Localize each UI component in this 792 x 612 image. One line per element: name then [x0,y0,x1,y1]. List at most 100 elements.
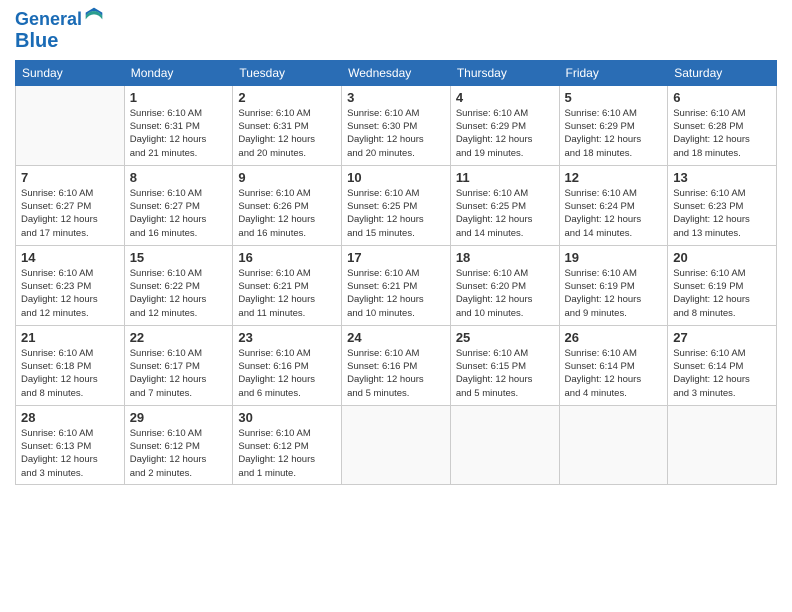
day-info: Sunrise: 6:10 AM Sunset: 6:12 PM Dayligh… [238,427,336,480]
day-info: Sunrise: 6:10 AM Sunset: 6:19 PM Dayligh… [565,267,663,320]
day-info: Sunrise: 6:10 AM Sunset: 6:31 PM Dayligh… [238,107,336,160]
logo-blue: Blue [15,30,58,52]
calendar-cell: 6 Sunrise: 6:10 AM Sunset: 6:28 PM Daylig… [668,85,777,165]
logo: General Blue [15,10,104,52]
calendar: SundayMondayTuesdayWednesdayThursdayFrid… [15,60,777,485]
day-info: Sunrise: 6:10 AM Sunset: 6:21 PM Dayligh… [238,267,336,320]
header: General Blue [15,10,777,52]
day-number: 23 [238,330,336,345]
calendar-cell: 9Sunrise: 6:10 AM Sunset: 6:26 PM Daylig… [233,165,342,245]
day-info: Sunrise: 6:10 AM Sunset: 6:17 PM Dayligh… [130,347,228,400]
calendar-header-tuesday: Tuesday [233,60,342,85]
calendar-cell: 23 Sunrise: 6:10 AM Sunset: 6:16 PM Dayli… [233,325,342,405]
day-number: 4 [456,90,554,105]
day-info: Sunrise: 6:10 AM Sunset: 6:31 PM Dayligh… [130,107,228,160]
calendar-cell: 2 Sunrise: 6:10 AM Sunset: 6:31 PM Daylig… [233,85,342,165]
page: General Blue SundayMondayTuesdayWednesda… [0,0,792,612]
day-number: 18 [456,250,554,265]
calendar-cell: 1 Sunrise: 6:10 AM Sunset: 6:31 PM Daylig… [124,85,233,165]
day-number: 15 [130,250,228,265]
calendar-cell: 28 Sunrise: 6:10 AM Sunset: 6:13 PM Dayli… [16,405,125,484]
day-number: 30 [238,410,336,425]
day-number: 9 [238,170,336,185]
calendar-cell: 13Sunrise: 6:10 AM Sunset: 6:23 PM Dayli… [668,165,777,245]
calendar-cell: 10 Sunrise: 6:10 AM Sunset: 6:25 PM Dayli… [342,165,451,245]
day-number: 5 [565,90,663,105]
day-number: 19 [565,250,663,265]
day-info: Sunrise: 6:10 AM Sunset: 6:29 PM Dayligh… [456,107,554,160]
calendar-cell: 5Sunrise: 6:10 AM Sunset: 6:29 PM Daylig… [559,85,668,165]
calendar-header-monday: Monday [124,60,233,85]
day-info: Sunrise: 6:10 AM Sunset: 6:22 PM Dayligh… [130,267,228,320]
day-info: Sunrise: 6:10 AM Sunset: 6:15 PM Dayligh… [456,347,554,400]
day-number: 11 [456,170,554,185]
day-info: Sunrise: 6:10 AM Sunset: 6:28 PM Dayligh… [673,107,771,160]
calendar-cell: 3 Sunrise: 6:10 AM Sunset: 6:30 PM Daylig… [342,85,451,165]
logo-general: General [15,10,82,30]
calendar-cell [559,405,668,484]
day-info: Sunrise: 6:10 AM Sunset: 6:16 PM Dayligh… [238,347,336,400]
calendar-cell: 16 Sunrise: 6:10 AM Sunset: 6:21 PM Dayli… [233,245,342,325]
day-info: Sunrise: 6:10 AM Sunset: 6:12 PM Dayligh… [130,427,228,480]
day-info: Sunrise: 6:10 AM Sunset: 6:16 PM Dayligh… [347,347,445,400]
day-number: 29 [130,410,228,425]
calendar-cell: 29 Sunrise: 6:10 AM Sunset: 6:12 PM Dayli… [124,405,233,484]
calendar-header-row: SundayMondayTuesdayWednesdayThursdayFrid… [16,60,777,85]
day-number: 16 [238,250,336,265]
calendar-week-5: 28 Sunrise: 6:10 AM Sunset: 6:13 PM Dayli… [16,405,777,484]
day-number: 25 [456,330,554,345]
calendar-week-4: 21Sunrise: 6:10 AM Sunset: 6:18 PM Dayli… [16,325,777,405]
calendar-cell: 14 Sunrise: 6:10 AM Sunset: 6:23 PM Dayli… [16,245,125,325]
day-number: 17 [347,250,445,265]
day-info: Sunrise: 6:10 AM Sunset: 6:21 PM Dayligh… [347,267,445,320]
calendar-cell [342,405,451,484]
calendar-cell [668,405,777,484]
calendar-week-2: 7Sunrise: 6:10 AM Sunset: 6:27 PM Daylig… [16,165,777,245]
calendar-cell: 11Sunrise: 6:10 AM Sunset: 6:25 PM Dayli… [450,165,559,245]
day-number: 28 [21,410,119,425]
calendar-cell [16,85,125,165]
day-info: Sunrise: 6:10 AM Sunset: 6:19 PM Dayligh… [673,267,771,320]
day-number: 24 [347,330,445,345]
calendar-cell: 30 Sunrise: 6:10 AM Sunset: 6:12 PM Dayli… [233,405,342,484]
calendar-cell: 25 Sunrise: 6:10 AM Sunset: 6:15 PM Dayli… [450,325,559,405]
calendar-cell: 21Sunrise: 6:10 AM Sunset: 6:18 PM Dayli… [16,325,125,405]
day-number: 3 [347,90,445,105]
calendar-cell: 17 Sunrise: 6:10 AM Sunset: 6:21 PM Dayli… [342,245,451,325]
day-info: Sunrise: 6:10 AM Sunset: 6:23 PM Dayligh… [21,267,119,320]
calendar-week-3: 14 Sunrise: 6:10 AM Sunset: 6:23 PM Dayli… [16,245,777,325]
calendar-cell: 15 Sunrise: 6:10 AM Sunset: 6:22 PM Dayli… [124,245,233,325]
calendar-cell: 20 Sunrise: 6:10 AM Sunset: 6:19 PM Dayli… [668,245,777,325]
day-number: 6 [673,90,771,105]
day-number: 8 [130,170,228,185]
day-number: 13 [673,170,771,185]
calendar-cell: 12Sunrise: 6:10 AM Sunset: 6:24 PM Dayli… [559,165,668,245]
day-info: Sunrise: 6:10 AM Sunset: 6:30 PM Dayligh… [347,107,445,160]
day-number: 12 [565,170,663,185]
day-info: Sunrise: 6:10 AM Sunset: 6:27 PM Dayligh… [130,187,228,240]
day-number: 14 [21,250,119,265]
calendar-cell: 27 Sunrise: 6:10 AM Sunset: 6:14 PM Dayli… [668,325,777,405]
calendar-cell: 26Sunrise: 6:10 AM Sunset: 6:14 PM Dayli… [559,325,668,405]
day-number: 10 [347,170,445,185]
calendar-header-sunday: Sunday [16,60,125,85]
day-number: 2 [238,90,336,105]
calendar-header-saturday: Saturday [668,60,777,85]
calendar-cell: 22 Sunrise: 6:10 AM Sunset: 6:17 PM Dayli… [124,325,233,405]
day-number: 21 [21,330,119,345]
calendar-cell [450,405,559,484]
calendar-cell: 8 Sunrise: 6:10 AM Sunset: 6:27 PM Daylig… [124,165,233,245]
calendar-cell: 18Sunrise: 6:10 AM Sunset: 6:20 PM Dayli… [450,245,559,325]
calendar-header-wednesday: Wednesday [342,60,451,85]
day-info: Sunrise: 6:10 AM Sunset: 6:14 PM Dayligh… [673,347,771,400]
day-info: Sunrise: 6:10 AM Sunset: 6:25 PM Dayligh… [347,187,445,240]
day-info: Sunrise: 6:10 AM Sunset: 6:13 PM Dayligh… [21,427,119,480]
day-number: 20 [673,250,771,265]
day-number: 22 [130,330,228,345]
day-info: Sunrise: 6:10 AM Sunset: 6:27 PM Dayligh… [21,187,119,240]
day-number: 1 [130,90,228,105]
day-info: Sunrise: 6:10 AM Sunset: 6:14 PM Dayligh… [565,347,663,400]
calendar-header-thursday: Thursday [450,60,559,85]
calendar-header-friday: Friday [559,60,668,85]
day-number: 27 [673,330,771,345]
